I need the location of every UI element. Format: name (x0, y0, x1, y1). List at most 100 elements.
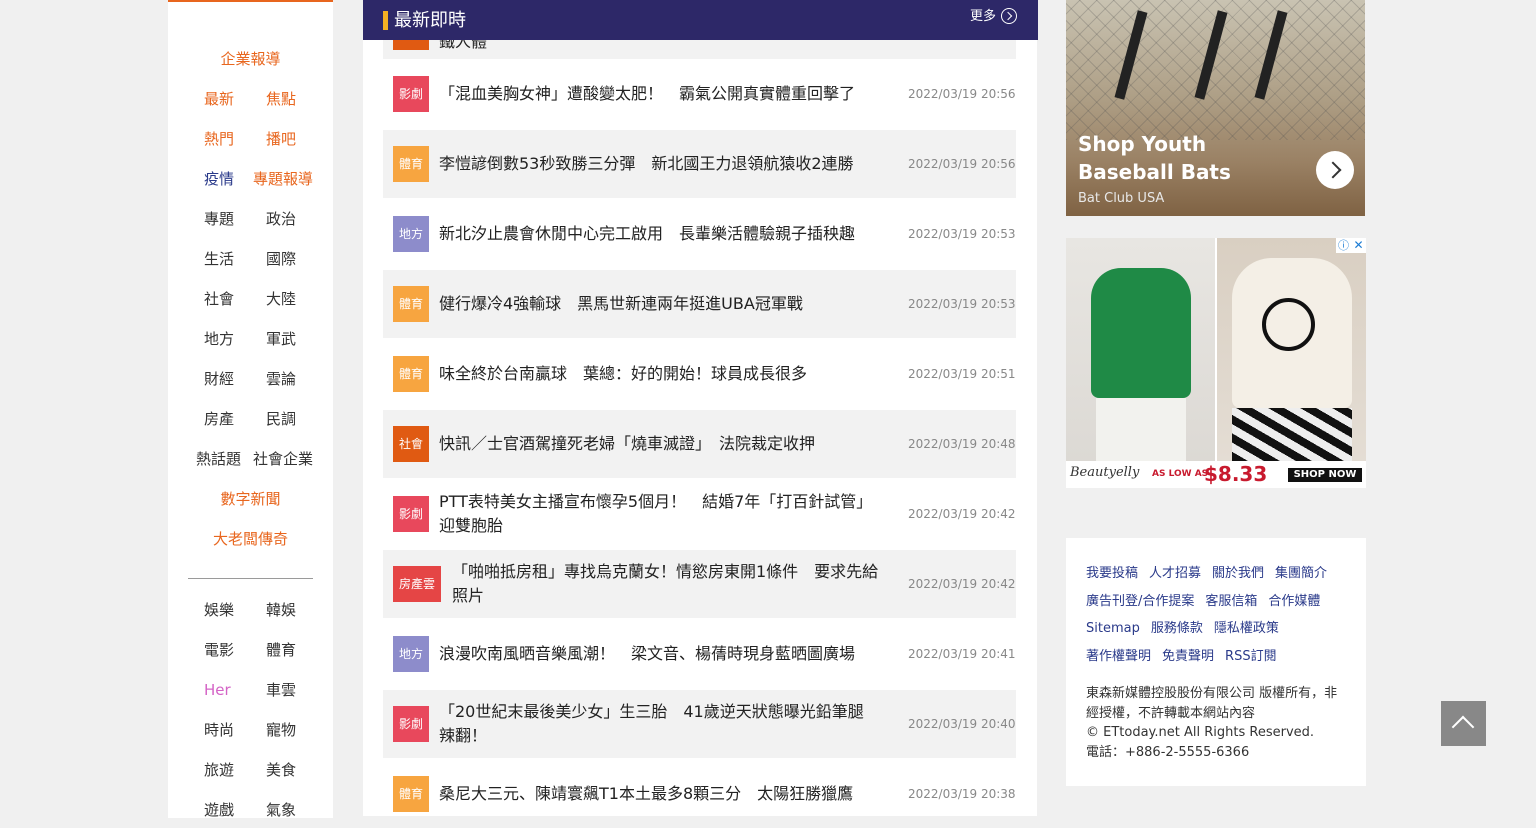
nav-entertainment[interactable]: 娛樂 (204, 598, 234, 622)
news-category-tag[interactable]: 體育 (393, 776, 429, 812)
footer-link[interactable]: RSS訂閱 (1225, 649, 1277, 664)
section-header: 最新即時 更多 (363, 0, 1038, 40)
arrow-right-circle-icon[interactable] (1001, 8, 1017, 24)
nav-mainland[interactable]: 大陸 (266, 287, 296, 311)
footer-links: 我要投稿 人才招募 關於我們 集團簡介 廣告刊登/合作提案 客服信箱 合作媒體 Sitem… (1086, 560, 1356, 670)
nav-pandemic[interactable]: 疫情 (204, 167, 234, 191)
news-category-tag[interactable]: 地方 (393, 636, 429, 672)
nav-korean-ent[interactable]: 韓娛 (266, 598, 296, 622)
nav-hot[interactable]: 熱門 (204, 127, 234, 151)
news-item[interactable]: 體育 健行爆冷4強輸球 黑馬世新連兩年挺進UBA冠軍戰 2022/03/19 20:… (383, 270, 1016, 338)
nav-enterprise-report[interactable]: 企業報導 (168, 47, 333, 71)
news-item[interactable]: 體育 味全終於台南贏球 葉總：好的開始！球員成長很多 2022/03/19 20:5… (383, 340, 1016, 408)
shop-now-button[interactable]: SHOP NOW (1288, 468, 1362, 482)
footer-link[interactable]: 服務條款 (1151, 621, 1203, 636)
nav-boss-legend[interactable]: 大老闆傳奇 (168, 527, 333, 551)
nav-her[interactable]: Her (204, 678, 231, 702)
back-to-top-button[interactable] (1441, 701, 1486, 746)
news-item[interactable]: 體育 桑尼大三元、陳靖寰飆T1本土最多8顆三分 太陽狂勝獵鷹 2022/03/19 … (383, 760, 1016, 828)
news-item[interactable]: 地方 新北汐止農會休閒中心完工啟用 長輩樂活體驗親子插秧趣 2022/03/19 2… (383, 200, 1016, 268)
copyright-block: 東森新媒體控股股份有限公司 版權所有，非經授權，不許轉載本網站內容 © ETto… (1086, 684, 1348, 762)
ad-headline[interactable]: Shop Youth Baseball Bats (1078, 130, 1298, 186)
nav-hot-topics[interactable]: 熱話題 (196, 447, 241, 471)
nav-digital-news[interactable]: 數字新聞 (168, 487, 333, 511)
news-category-tag[interactable]: 體育 (393, 146, 429, 182)
footer-link[interactable]: 集團簡介 (1275, 566, 1327, 581)
news-timestamp: 2022/03/19 20:56 (908, 87, 1016, 101)
nav-latest[interactable]: 最新 (204, 87, 234, 111)
ad-as-low-as: AS LOW AS (1152, 469, 1209, 479)
footer-link[interactable]: 我要投稿 (1086, 566, 1138, 581)
news-title[interactable]: 「混血美胸女神」遭酸變太肥！ 霸氣公開真實體重回擊了 (439, 60, 879, 128)
footer-link[interactable]: 人才招募 (1149, 566, 1201, 581)
footer-link[interactable]: 關於我們 (1212, 566, 1264, 581)
news-title[interactable]: 快訊／士官酒駕撞死老婦「燒車滅證」 法院裁定收押 (439, 410, 879, 478)
nav-politics[interactable]: 政治 (266, 207, 296, 231)
nav-life[interactable]: 生活 (204, 247, 234, 271)
footer-link[interactable]: 著作權聲明 (1086, 649, 1151, 664)
ad-advertiser: Bat Club USA (1078, 191, 1165, 206)
nav-poll[interactable]: 民調 (266, 407, 296, 431)
chevron-right-icon[interactable] (1316, 151, 1354, 189)
news-category-tag[interactable]: 體育 (393, 356, 429, 392)
news-title[interactable]: 健行爆冷4強輸球 黑馬世新連兩年挺進UBA冠軍戰 (439, 270, 879, 338)
news-category-tag[interactable]: 影劇 (393, 76, 429, 112)
nav-local[interactable]: 地方 (204, 327, 234, 351)
news-item[interactable]: 社會 快訊／士官酒駕撞死老婦「燒車滅證」 法院裁定收押 2022/03/19 20:… (383, 410, 1016, 478)
nav-society[interactable]: 社會 (204, 287, 234, 311)
nav-weather[interactable]: 氣象 (266, 798, 296, 822)
footer-link[interactable]: Sitemap (1086, 621, 1140, 636)
nav-topics[interactable]: 專題 (204, 207, 234, 231)
news-item[interactable]: 地方 浪漫吹南風晒音樂風潮！ 梁文音、楊蒨時現身藍晒圖廣場 2022/03/19 2… (383, 620, 1016, 688)
footer-link[interactable]: 合作媒體 (1268, 594, 1320, 609)
nav-finance[interactable]: 財經 (204, 367, 234, 391)
nav-movies[interactable]: 電影 (204, 638, 234, 662)
nav-broadcast[interactable]: 播吧 (266, 127, 296, 151)
nav-pets[interactable]: 寵物 (266, 718, 296, 742)
nav-real-estate[interactable]: 房產 (204, 407, 234, 431)
nav-focus[interactable]: 焦點 (266, 87, 296, 111)
nav-military[interactable]: 軍武 (266, 327, 296, 351)
nav-games[interactable]: 遊戲 (204, 798, 234, 822)
ad-brand-logo: Beautyelly (1070, 465, 1140, 480)
news-category-tag[interactable]: 社會 (393, 426, 429, 462)
nav-car-cloud[interactable]: 車雲 (266, 678, 296, 702)
footer-link[interactable]: 隱私權政策 (1214, 621, 1279, 636)
footer-link[interactable]: 客服信箱 (1205, 594, 1257, 609)
nav-fashion[interactable]: 時尚 (204, 718, 234, 742)
news-category-tag[interactable]: 地方 (393, 216, 429, 252)
footer-link[interactable]: 免責聲明 (1162, 649, 1214, 664)
news-title[interactable]: PTT表特美女主播宣布懷孕5個月！ 結婚7年「打百針試管」迎雙胞胎 (439, 480, 879, 548)
footer-row: 我要投稿 人才招募 關於我們 集團簡介 (1086, 560, 1356, 588)
latest-news-panel: 鐵人體 最新即時 更多 影劇 「混血美胸女神」遭酸變太肥！ 霸氣公開真實體重回擊了… (363, 0, 1038, 816)
nav-travel[interactable]: 旅遊 (204, 758, 234, 782)
nav-international[interactable]: 國際 (266, 247, 296, 271)
footer-link[interactable]: 廣告刊登/合作提案 (1086, 594, 1194, 609)
news-item[interactable]: 影劇 「20世紀末最後美少女」生三胎 41歲逆天狀態曝光鉛筆腿辣翻！ 2022/03… (383, 690, 1016, 758)
nav-food[interactable]: 美食 (266, 758, 296, 782)
nav-cloud-opinion[interactable]: 雲論 (266, 367, 296, 391)
news-category-tag[interactable]: 影劇 (393, 496, 429, 532)
baseball-bat-ad[interactable]: Shop Youth Baseball Bats Bat Club USA (1066, 0, 1365, 216)
ad-info-icon[interactable]: ⓘ (1336, 238, 1351, 253)
news-item[interactable]: 體育 李愷諺倒數53秒致勝三分彈 新北國王力退領航猿收2連勝 2022/03/19 … (383, 130, 1016, 198)
news-item[interactable]: 影劇 PTT表特美女主播宣布懷孕5個月！ 結婚7年「打百針試管」迎雙胞胎 2022/… (383, 480, 1016, 548)
clothing-ad[interactable]: Beautyelly AS LOW AS $8.33 SHOP NOW ⓘ ✕ (1066, 238, 1366, 488)
news-title[interactable]: 李愷諺倒數53秒致勝三分彈 新北國王力退領航猿收2連勝 (439, 130, 879, 198)
news-title[interactable]: 浪漫吹南風晒音樂風潮！ 梁文音、楊蒨時現身藍晒圖廣場 (439, 620, 879, 688)
more-link[interactable]: 更多 (970, 7, 996, 27)
news-title[interactable]: 「啪啪抵房租」專找烏克蘭女！情慾房東開1條件 要求先給照片 (452, 550, 882, 618)
news-category-tag[interactable]: 影劇 (393, 706, 429, 742)
news-title[interactable]: 味全終於台南贏球 葉總：好的開始！球員成長很多 (439, 340, 879, 408)
news-title[interactable]: 「20世紀末最後美少女」生三胎 41歲逆天狀態曝光鉛筆腿辣翻！ (439, 690, 879, 758)
nav-sports[interactable]: 體育 (266, 638, 296, 662)
nav-special-report[interactable]: 專題報導 (253, 167, 313, 191)
close-icon[interactable]: ✕ (1351, 238, 1366, 253)
news-category-tag[interactable]: 體育 (393, 286, 429, 322)
nav-social-enterprise[interactable]: 社會企業 (253, 447, 313, 471)
news-title[interactable]: 桑尼大三元、陳靖寰飆T1本土最多8顆三分 太陽狂勝獵鷹 (439, 760, 879, 828)
news-item[interactable]: 影劇 「混血美胸女神」遭酸變太肥！ 霸氣公開真實體重回擊了 2022/03/19 2… (383, 60, 1016, 128)
news-item[interactable]: 房產雲 「啪啪抵房租」專找烏克蘭女！情慾房東開1條件 要求先給照片 2022/03/… (383, 550, 1016, 618)
news-category-tag[interactable]: 房產雲 (393, 566, 441, 602)
news-title[interactable]: 新北汐止農會休閒中心完工啟用 長輩樂活體驗親子插秧趣 (439, 200, 879, 268)
